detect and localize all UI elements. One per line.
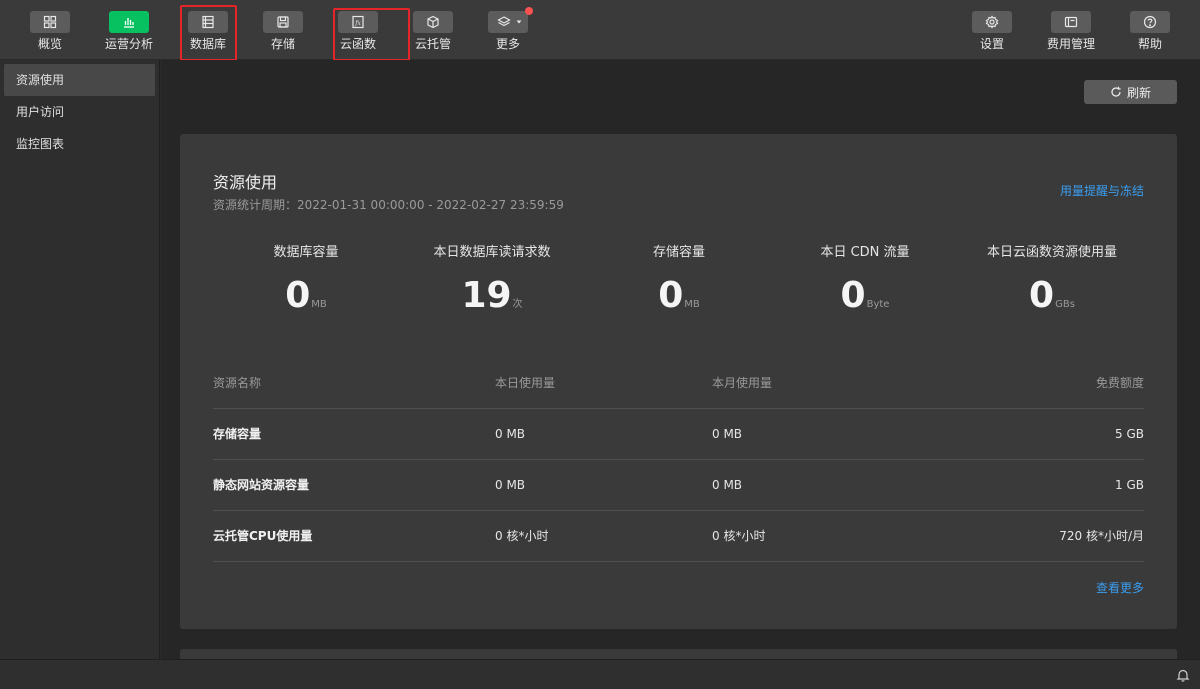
secondary-card xyxy=(180,649,1177,659)
stat-db-reads: 本日数据库读请求数 19次 xyxy=(392,246,592,325)
stat-storage-capacity: 存储容量 0MB xyxy=(579,246,779,325)
toolbar-analytics[interactable]: 运营分析 xyxy=(97,11,161,51)
toolbar-label: 费用管理 xyxy=(1046,37,1095,51)
card-title: 资源使用 xyxy=(213,173,278,192)
table-cell: 0 核*小时 xyxy=(712,529,766,543)
toolbar-label: 概览 xyxy=(37,37,62,51)
stat-function-usage: 本日云函数资源使用量 0GBs xyxy=(952,246,1152,325)
stat-label: 数据库容量 xyxy=(273,245,339,260)
top-toolbar: 概览 运营分析 数据库 存储 fx 云函数 云托管 更多 设置 费用管理 帮助 xyxy=(0,0,1200,61)
sidebar: 资源使用 用户访问 监控图表 xyxy=(0,60,160,659)
table-header-cell: 本日使用量 xyxy=(495,376,556,390)
toolbar-settings[interactable]: 设置 xyxy=(960,11,1024,51)
sidebar-item-monitor-charts[interactable]: 监控图表 xyxy=(4,128,155,160)
stat-unit: MB xyxy=(311,299,327,310)
toolbar-label: 更多 xyxy=(495,37,520,51)
status-bar xyxy=(0,659,1200,689)
toolbar-help[interactable]: 帮助 xyxy=(1118,11,1182,51)
toolbar-label: 运营分析 xyxy=(104,37,153,51)
toolbar-label: 云托管 xyxy=(414,37,451,51)
stat-value: 0 xyxy=(658,275,684,316)
help-icon xyxy=(1130,11,1170,33)
stat-db-capacity: 数据库容量 0MB xyxy=(206,246,406,325)
view-more-link[interactable]: 查看更多 xyxy=(1096,579,1144,596)
stat-unit: MB xyxy=(684,299,700,310)
refresh-icon xyxy=(1111,86,1121,97)
table-row: 存储容量 0 MB 0 MB 5 GB xyxy=(213,409,1144,460)
grid-icon xyxy=(30,11,70,33)
table-cell: 1 GB xyxy=(1115,478,1144,492)
sidebar-item-user-access[interactable]: 用户访问 xyxy=(4,96,155,128)
stat-value: 19 xyxy=(461,275,512,316)
stat-cdn-traffic: 本日 CDN 流量 0Byte xyxy=(765,246,965,325)
refresh-button[interactable]: 刷新 xyxy=(1084,80,1177,104)
stat-value: 0 xyxy=(840,275,866,316)
table-row: 静态网站资源容量 0 MB 0 MB 1 GB xyxy=(213,460,1144,511)
table-cell: 720 核*小时/月 xyxy=(1059,529,1144,543)
gear-icon xyxy=(972,11,1012,33)
table-header-cell: 资源名称 xyxy=(213,376,262,390)
resource-usage-card: 资源使用 资源统计周期：2022-01-31 00:00:00 - 2022-0… xyxy=(180,134,1177,629)
highlight-box-cloud-function xyxy=(333,8,410,61)
main-content: 刷新 资源使用 资源统计周期：2022-01-31 00:00:00 - 202… xyxy=(161,60,1200,659)
table-header-cell: 免费额度 xyxy=(1095,376,1144,390)
stat-value: 0 xyxy=(285,275,311,316)
table-cell: 静态网站资源容量 xyxy=(213,478,310,492)
toolbar-overview[interactable]: 概览 xyxy=(18,11,82,51)
card-subtitle: 资源统计周期：2022-01-31 00:00:00 - 2022-02-27 … xyxy=(213,198,564,212)
refresh-label: 刷新 xyxy=(1126,85,1151,100)
stat-label: 本日云函数资源使用量 xyxy=(986,245,1117,260)
toolbar-label: 帮助 xyxy=(1137,37,1162,51)
toolbar-label: 设置 xyxy=(979,37,1004,51)
cube-icon xyxy=(413,11,453,33)
bar-chart-icon xyxy=(109,11,149,33)
stat-label: 本日数据库读请求数 xyxy=(433,245,551,260)
stat-label: 本日 CDN 流量 xyxy=(820,245,910,260)
usage-alert-link[interactable]: 用量提醒与冻结 xyxy=(1060,182,1144,199)
table-cell: 0 MB xyxy=(712,478,743,492)
table-cell: 0 MB xyxy=(495,427,526,441)
save-icon xyxy=(263,11,303,33)
layers-icon xyxy=(488,7,533,33)
table-header-cell: 本月使用量 xyxy=(712,376,773,390)
toolbar-label: 存储 xyxy=(270,37,295,51)
stat-value: 0 xyxy=(1029,275,1055,316)
table-cell: 0 MB xyxy=(495,478,526,492)
billing-icon xyxy=(1051,11,1091,33)
stat-unit: GBs xyxy=(1055,299,1075,310)
chevron-down-icon xyxy=(516,20,522,24)
toolbar-cloud-hosting[interactable]: 云托管 xyxy=(401,11,465,51)
table-cell: 5 GB xyxy=(1115,427,1144,441)
bell-icon[interactable] xyxy=(1176,668,1190,682)
stat-label: 存储容量 xyxy=(652,245,705,260)
usage-table: 资源名称 本日使用量 本月使用量 免费额度 存储容量 0 MB 0 MB 5 G… xyxy=(213,358,1144,562)
table-row: 云托管CPU使用量 0 核*小时 0 核*小时 720 核*小时/月 xyxy=(213,511,1144,562)
table-header-row: 资源名称 本日使用量 本月使用量 免费额度 xyxy=(213,358,1144,409)
highlight-box-database xyxy=(180,5,237,61)
table-cell: 0 核*小时 xyxy=(495,529,549,543)
stat-unit: Byte xyxy=(866,299,890,310)
sidebar-item-resource-usage[interactable]: 资源使用 xyxy=(4,64,155,96)
toolbar-storage[interactable]: 存储 xyxy=(251,11,315,51)
notification-dot xyxy=(525,7,533,15)
table-cell: 0 MB xyxy=(712,427,743,441)
toolbar-billing[interactable]: 费用管理 xyxy=(1039,11,1103,51)
table-cell: 云托管CPU使用量 xyxy=(213,529,313,543)
table-cell: 存储容量 xyxy=(213,427,262,441)
toolbar-more[interactable]: 更多 xyxy=(476,7,540,51)
stat-unit: 次 xyxy=(512,299,523,310)
